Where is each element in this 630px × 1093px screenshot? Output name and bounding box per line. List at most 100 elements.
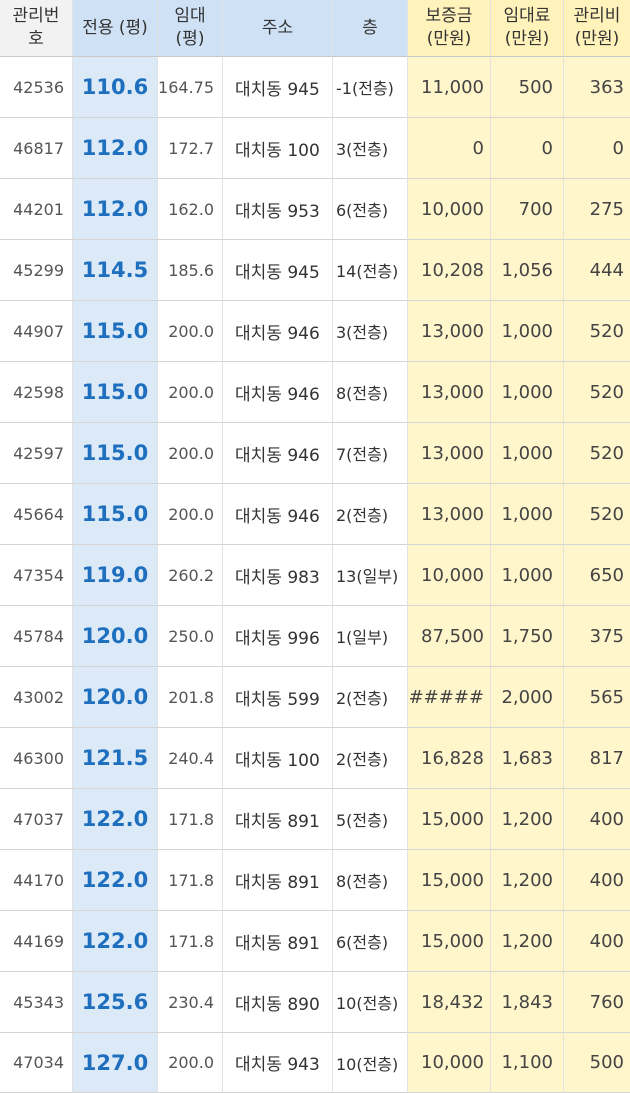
cell-rent-area[interactable]: 164.75 (158, 57, 223, 118)
cell-rent-area[interactable]: 250.0 (158, 606, 223, 667)
cell-mgmt[interactable]: 0 (564, 118, 630, 179)
cell-deposit[interactable]: 15,000 (408, 911, 491, 972)
header-fee[interactable]: 임대료 (만원) (491, 0, 564, 57)
cell-rent-area[interactable]: 200.0 (158, 362, 223, 423)
cell-area[interactable]: 110.6 (73, 57, 158, 118)
cell-mgmt[interactable]: 500 (564, 1033, 630, 1093)
cell-deposit[interactable]: 15,000 (408, 789, 491, 850)
cell-area[interactable]: 114.5 (73, 240, 158, 301)
cell-floor[interactable]: 1(일부) (333, 606, 408, 667)
cell-floor[interactable]: -1(전층) (333, 57, 408, 118)
cell-id[interactable]: 42536 (0, 57, 73, 118)
cell-rent-area[interactable]: 185.6 (158, 240, 223, 301)
cell-mgmt[interactable]: 275 (564, 179, 630, 240)
cell-area[interactable]: 115.0 (73, 362, 158, 423)
cell-rent-area[interactable]: 171.8 (158, 850, 223, 911)
cell-mgmt[interactable]: 760 (564, 972, 630, 1033)
cell-fee[interactable]: 0 (491, 118, 564, 179)
cell-area[interactable]: 115.0 (73, 301, 158, 362)
cell-fee[interactable]: 1,683 (491, 728, 564, 789)
cell-address[interactable]: 대치동 100 (223, 728, 333, 789)
cell-floor[interactable]: 2(전층) (333, 484, 408, 545)
cell-mgmt[interactable]: 817 (564, 728, 630, 789)
cell-deposit[interactable]: 13,000 (408, 423, 491, 484)
cell-area[interactable]: 122.0 (73, 789, 158, 850)
cell-id[interactable]: 43002 (0, 667, 73, 728)
cell-area[interactable]: 121.5 (73, 728, 158, 789)
cell-fee[interactable]: 1,750 (491, 606, 564, 667)
header-floor[interactable]: 층 (333, 0, 408, 57)
cell-floor[interactable]: 10(전층) (333, 1033, 408, 1093)
cell-deposit[interactable]: 13,000 (408, 484, 491, 545)
cell-floor[interactable]: 14(전층) (333, 240, 408, 301)
cell-rent-area[interactable]: 162.0 (158, 179, 223, 240)
header-deposit[interactable]: 보증금 (만원) (408, 0, 491, 57)
cell-mgmt[interactable]: 400 (564, 789, 630, 850)
cell-area[interactable]: 112.0 (73, 179, 158, 240)
cell-fee[interactable]: 1,200 (491, 850, 564, 911)
cell-id[interactable]: 47034 (0, 1033, 73, 1093)
cell-address[interactable]: 대치동 945 (223, 240, 333, 301)
cell-address[interactable]: 대치동 946 (223, 362, 333, 423)
cell-deposit[interactable]: 15,000 (408, 850, 491, 911)
cell-fee[interactable]: 1,056 (491, 240, 564, 301)
cell-fee[interactable]: 1,200 (491, 789, 564, 850)
cell-address[interactable]: 대치동 890 (223, 972, 333, 1033)
cell-fee[interactable]: 1,000 (491, 301, 564, 362)
cell-rent-area[interactable]: 201.8 (158, 667, 223, 728)
cell-floor[interactable]: 6(전층) (333, 911, 408, 972)
cell-address[interactable]: 대치동 943 (223, 1033, 333, 1093)
cell-floor[interactable]: 3(전층) (333, 118, 408, 179)
cell-fee[interactable]: 500 (491, 57, 564, 118)
cell-id[interactable]: 44169 (0, 911, 73, 972)
cell-address[interactable]: 대치동 100 (223, 118, 333, 179)
cell-fee[interactable]: 1,000 (491, 423, 564, 484)
cell-id[interactable]: 46817 (0, 118, 73, 179)
cell-deposit[interactable]: 87,500 (408, 606, 491, 667)
cell-deposit[interactable]: 16,828 (408, 728, 491, 789)
cell-area[interactable]: 120.0 (73, 667, 158, 728)
cell-fee[interactable]: 1,100 (491, 1033, 564, 1093)
cell-id[interactable]: 47037 (0, 789, 73, 850)
cell-id[interactable]: 47354 (0, 545, 73, 606)
cell-mgmt[interactable]: 444 (564, 240, 630, 301)
cell-address[interactable]: 대치동 945 (223, 57, 333, 118)
header-id[interactable]: 관리번 호 (0, 0, 73, 57)
cell-floor[interactable]: 8(전층) (333, 362, 408, 423)
cell-floor[interactable]: 2(전층) (333, 667, 408, 728)
cell-fee[interactable]: 1,000 (491, 545, 564, 606)
header-address[interactable]: 주소 (223, 0, 333, 57)
cell-floor[interactable]: 3(전층) (333, 301, 408, 362)
header-area[interactable]: 전용 (평) (73, 0, 158, 57)
cell-deposit[interactable]: 11,000 (408, 57, 491, 118)
cell-area[interactable]: 112.0 (73, 118, 158, 179)
cell-rent-area[interactable]: 200.0 (158, 301, 223, 362)
cell-address[interactable]: 대치동 946 (223, 301, 333, 362)
cell-address[interactable]: 대치동 946 (223, 423, 333, 484)
cell-deposit[interactable]: 10,000 (408, 179, 491, 240)
cell-id[interactable]: 45784 (0, 606, 73, 667)
cell-id[interactable]: 44170 (0, 850, 73, 911)
cell-address[interactable]: 대치동 946 (223, 484, 333, 545)
cell-fee[interactable]: 2,000 (491, 667, 564, 728)
cell-address[interactable]: 대치동 891 (223, 850, 333, 911)
cell-area[interactable]: 115.0 (73, 423, 158, 484)
cell-address[interactable]: 대치동 953 (223, 179, 333, 240)
cell-floor[interactable]: 10(전층) (333, 972, 408, 1033)
cell-rent-area[interactable]: 260.2 (158, 545, 223, 606)
cell-mgmt[interactable]: 520 (564, 362, 630, 423)
cell-floor[interactable]: 6(전층) (333, 179, 408, 240)
cell-area[interactable]: 125.6 (73, 972, 158, 1033)
cell-id[interactable]: 45343 (0, 972, 73, 1033)
cell-address[interactable]: 대치동 983 (223, 545, 333, 606)
cell-fee[interactable]: 1,200 (491, 911, 564, 972)
cell-id[interactable]: 42598 (0, 362, 73, 423)
cell-id[interactable]: 45299 (0, 240, 73, 301)
cell-mgmt[interactable]: 520 (564, 423, 630, 484)
cell-mgmt[interactable]: 400 (564, 850, 630, 911)
cell-mgmt[interactable]: 400 (564, 911, 630, 972)
cell-mgmt[interactable]: 375 (564, 606, 630, 667)
cell-deposit[interactable]: 13,000 (408, 301, 491, 362)
cell-rent-area[interactable]: 200.0 (158, 423, 223, 484)
cell-deposit[interactable]: 13,000 (408, 362, 491, 423)
